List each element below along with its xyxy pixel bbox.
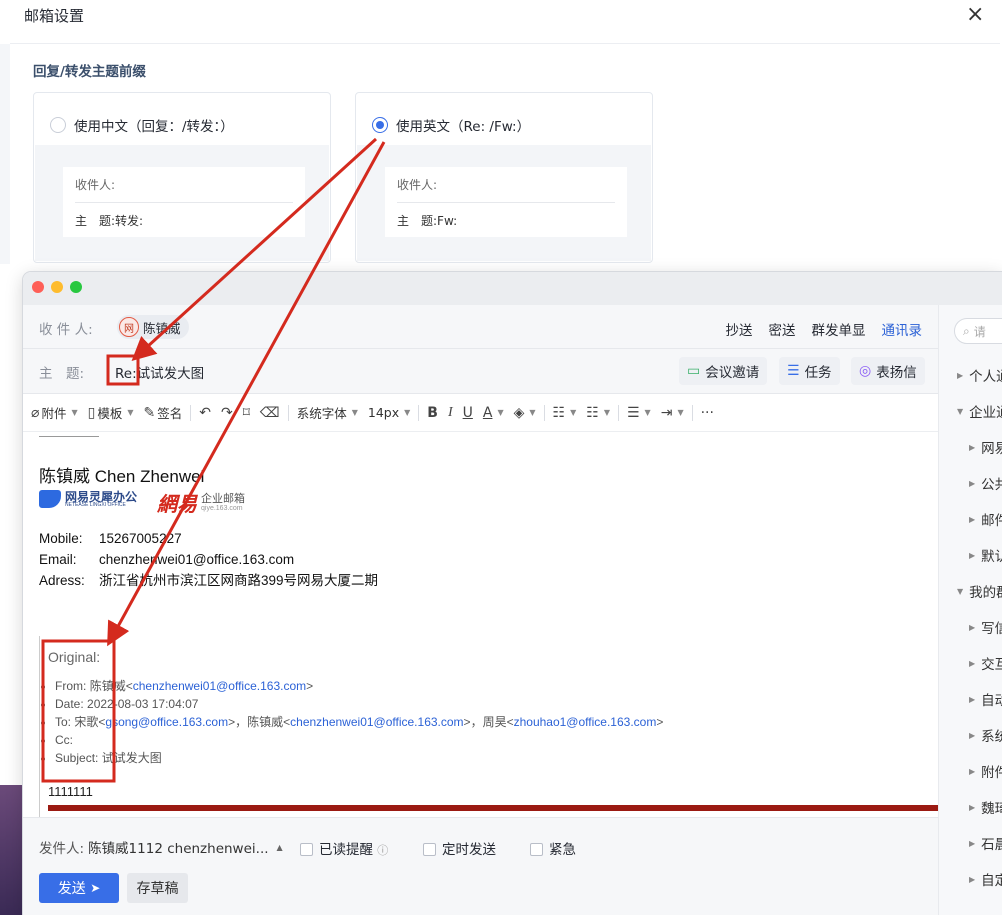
annotation-box-subject-prefix [106,354,140,386]
annotation-box-original [41,639,116,783]
annotation-arrow-original [107,141,386,647]
screenshot-root: 邮箱设置 × 回复/转发主题前缀 使用中文（回复：/转发：） 收件人: 主 题:… [0,0,1002,915]
annotation-arrow-subject [131,137,378,362]
annotation-layer [41,137,386,783]
